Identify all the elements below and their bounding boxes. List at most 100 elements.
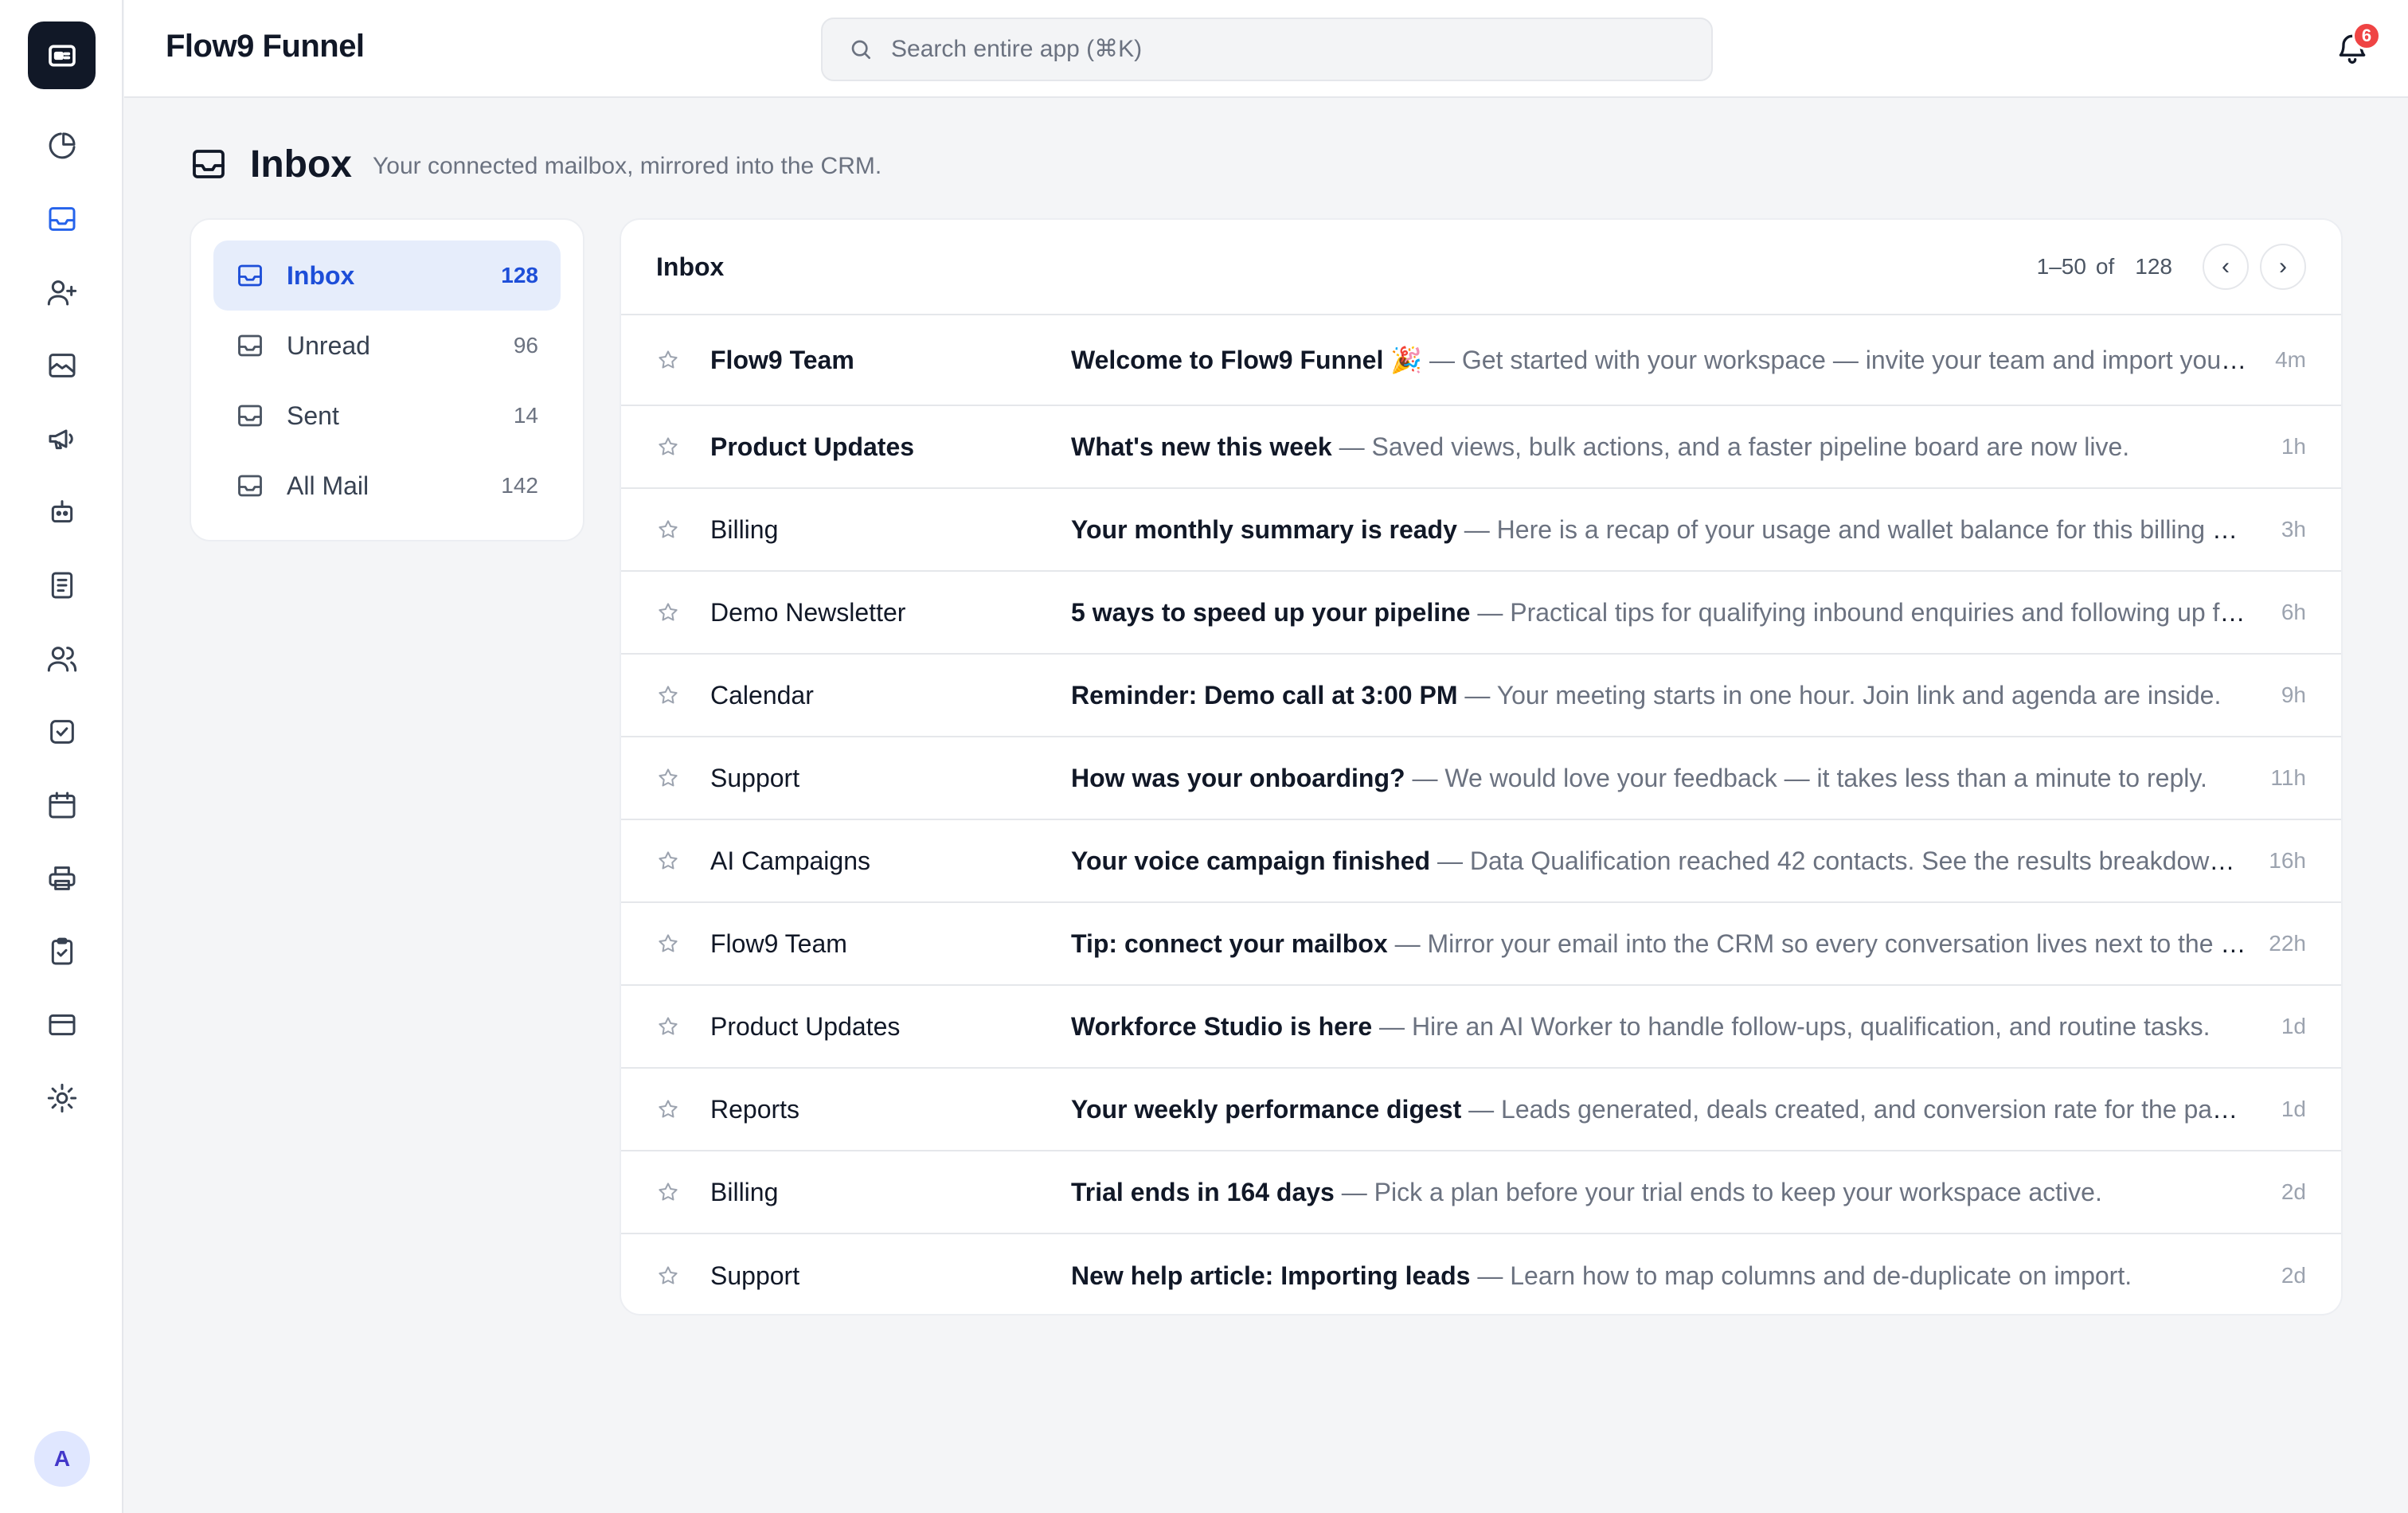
message-sender: Billing (710, 514, 779, 544)
message-separator: — (1387, 929, 1428, 958)
image-icon (49, 354, 76, 377)
inbox-icon (238, 405, 262, 427)
message-time: 4m (2275, 347, 2306, 372)
message-preview: Pick a plan before your trial ends to ke… (1374, 1177, 2102, 1206)
nav-approvals[interactable] (40, 929, 84, 974)
star-icon[interactable] (656, 435, 680, 459)
message-separator: — (1334, 1177, 1374, 1206)
notifications-button[interactable]: 6 (2328, 22, 2381, 72)
nav-ai-workers[interactable] (40, 490, 84, 534)
message-row[interactable]: Support How was your onboarding? — We wou… (621, 737, 2341, 820)
nav-tasks[interactable] (40, 710, 84, 754)
message-time: 2d (2281, 1263, 2306, 1288)
message-row[interactable]: Product Updates What's new this week — Sa… (621, 406, 2341, 489)
message-preview: Practical tips for qualifying inbound en… (1510, 597, 2247, 627)
message-row[interactable]: Flow9 Team Welcome to Flow9 Funnel 🎉 — Ge… (621, 315, 2341, 406)
printer-icon (49, 866, 76, 890)
message-list-header: Inbox 1–50 of 128 ‹ › (621, 220, 2341, 315)
nav-inbox[interactable] (40, 197, 84, 241)
star-icon[interactable] (656, 348, 680, 372)
page-header: Inbox Your connected mailbox, mirrored i… (190, 140, 882, 188)
message-preview: Get started with your workspace — invite… (1461, 346, 2247, 374)
message-row[interactable]: Billing Your monthly summary is ready — H… (621, 489, 2341, 572)
nav-dashboard[interactable] (40, 123, 84, 168)
message-row[interactable]: Billing Trial ends in 164 days — Pick a p… (621, 1151, 2341, 1234)
message-content: Tip: connect your mailbox — Mirror your … (1071, 929, 2247, 959)
star-icon[interactable] (656, 932, 680, 956)
pagination-range: 1–50 (2036, 254, 2086, 279)
folder-item-sent[interactable]: Sent 14 (213, 381, 561, 451)
global-search[interactable] (821, 18, 1713, 81)
settings-icon (47, 1083, 77, 1113)
user-avatar[interactable]: A (34, 1431, 90, 1487)
message-separator: — (1422, 346, 1462, 374)
search-input[interactable] (891, 36, 1608, 63)
pie-chart-icon (49, 132, 76, 159)
notification-count-badge: 6 (2352, 22, 2381, 50)
message-preview: Your meeting starts in one hour. Join li… (1496, 680, 2222, 710)
message-time: 3h (2281, 517, 2306, 541)
next-page-button[interactable]: › (2260, 244, 2306, 290)
folder-count: 14 (513, 403, 538, 428)
message-content: 5 ways to speed up your pipeline — Pract… (1071, 598, 2247, 627)
message-subject: Workforce Studio is here (1071, 1011, 1373, 1041)
nav-calendar[interactable] (40, 783, 84, 827)
inbox-icon (238, 475, 262, 497)
nav-billing[interactable] (40, 1003, 84, 1047)
message-row[interactable]: Flow9 Team Tip: connect your mailbox — Mi… (621, 903, 2341, 986)
folder-item-all-mail[interactable]: All Mail 142 (213, 451, 561, 521)
nav-settings[interactable] (40, 1076, 84, 1120)
message-row[interactable]: Calendar Reminder: Demo call at 3:00 PM —… (621, 655, 2341, 737)
nav-media[interactable] (40, 343, 84, 388)
message-subject: Reminder: Demo call at 3:00 PM (1071, 680, 1458, 710)
message-row[interactable]: Reports Your weekly performance digest — … (621, 1069, 2341, 1151)
message-sender: Product Updates (710, 1011, 901, 1041)
message-time: 22h (2269, 931, 2306, 956)
message-separator: — (1430, 846, 1470, 875)
message-row[interactable]: AI Campaigns Your voice campaign finished… (621, 820, 2341, 903)
message-row[interactable]: Support New help article: Importing leads… (621, 1234, 2341, 1314)
folder-item-unread[interactable]: Unread 96 (213, 311, 561, 381)
logo-icon (48, 45, 76, 66)
message-row[interactable]: Demo Newsletter 5 ways to speed up your p… (621, 572, 2341, 655)
star-icon[interactable] (656, 849, 680, 873)
app-logo[interactable] (28, 22, 96, 89)
message-list-title: Inbox (656, 252, 725, 281)
message-sender: Billing (710, 1177, 779, 1206)
message-content: How was your onboarding? — We would love… (1071, 764, 2247, 793)
message-time: 9h (2281, 682, 2306, 707)
message-separator: — (1457, 680, 1497, 710)
folder-label: Unread (287, 330, 370, 360)
message-sender: Demo Newsletter (710, 597, 906, 627)
nav-print[interactable] (40, 856, 84, 901)
search-icon (851, 40, 870, 59)
star-icon[interactable] (656, 1180, 680, 1204)
message-separator: — (1456, 514, 1497, 544)
nav-campaigns[interactable] (40, 416, 84, 461)
nav-leads[interactable] (40, 270, 84, 315)
message-subject: Tip: connect your mailbox (1071, 929, 1388, 958)
folder-label: All Mail (287, 471, 369, 500)
page-subtitle: Your connected mailbox, mirrored into th… (373, 153, 882, 179)
star-icon[interactable] (656, 766, 680, 790)
message-sender: Flow9 Team (710, 345, 854, 374)
pagination-total: 128 (2135, 254, 2172, 279)
folder-count: 142 (501, 473, 538, 498)
prev-page-button[interactable]: ‹ (2203, 244, 2249, 290)
star-icon[interactable] (656, 518, 680, 541)
nav-contacts[interactable] (40, 636, 84, 681)
message-row[interactable]: Product Updates Workforce Studio is here … (621, 986, 2341, 1069)
message-subject: How was your onboarding? (1071, 763, 1405, 792)
star-icon[interactable] (656, 1264, 680, 1288)
message-content: New help article: Importing leads — Lear… (1071, 1261, 2247, 1291)
message-sender: Support (710, 763, 800, 792)
star-icon[interactable] (656, 683, 680, 707)
nav-documents[interactable] (40, 563, 84, 608)
message-time: 2d (2281, 1179, 2306, 1204)
message-sender: Support (710, 1261, 800, 1290)
star-icon[interactable] (656, 1015, 680, 1038)
star-icon[interactable] (656, 1097, 680, 1121)
message-separator: — (1331, 432, 1372, 461)
folder-item-inbox[interactable]: Inbox 128 (213, 240, 561, 311)
star-icon[interactable] (656, 600, 680, 624)
